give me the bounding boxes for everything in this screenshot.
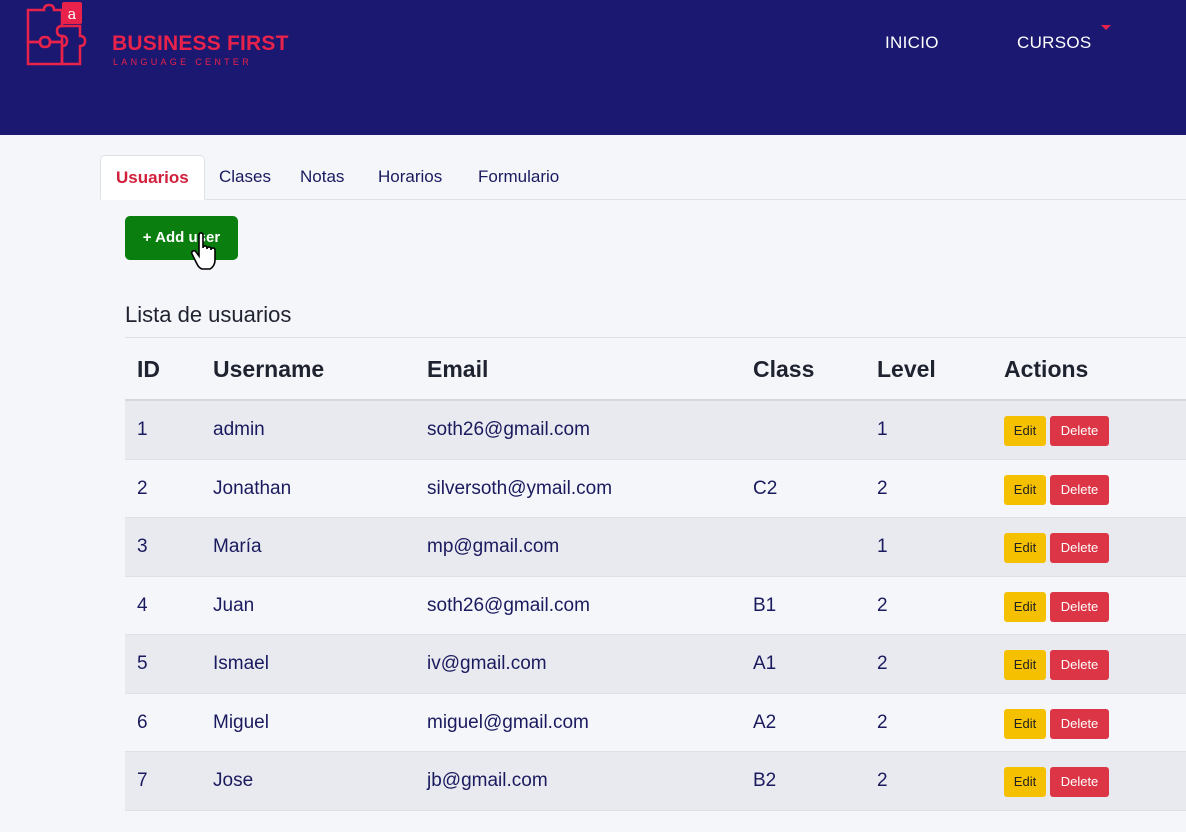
delete-button[interactable]: Delete — [1050, 591, 1109, 622]
table-body: 1 admin soth26@gmail.com 1 Edit Delete 2 Jonath… — [125, 401, 1186, 811]
cell-username: Ismael — [213, 653, 269, 674]
header-class: Class — [753, 356, 815, 382]
edit-button[interactable]: Edit — [1004, 650, 1046, 680]
table-row: 6 Miguel miguel@gmail.com A2 2 Edit Delete — [125, 693, 1186, 752]
header-level: Level — [877, 356, 936, 382]
cell-email: miguel@gmail.com — [427, 711, 589, 733]
cell-email: iv@gmail.com — [427, 653, 547, 674]
header-email: Email — [427, 356, 489, 382]
table-row: 1 admin soth26@gmail.com 1 Edit Delete — [125, 401, 1186, 460]
cell-email: soth26@gmail.com — [427, 419, 590, 440]
cell-username: Miguel — [213, 711, 269, 733]
cell-class: C2 — [753, 477, 778, 499]
nav-cursos-link[interactable]: CURSOS — [1017, 33, 1092, 53]
chevron-down-icon[interactable] — [1101, 25, 1111, 30]
add-user-button[interactable]: + Add user — [125, 216, 238, 260]
table-row: 7 Jose jb@gmail.com B2 2 Edit Delete — [125, 752, 1186, 811]
tab-clases[interactable]: Clases — [219, 155, 271, 200]
delete-button[interactable]: Delete — [1050, 533, 1109, 563]
header-actions: Actions — [1004, 356, 1089, 382]
brand-logo[interactable]: a BUSINESS FIRST LANGUAGE CENTER — [26, 2, 288, 68]
nav-inicio-link[interactable]: INICIO — [885, 33, 939, 53]
cell-id: 6 — [137, 711, 148, 733]
table-header: ID Username Email Class Level Actions — [125, 338, 1186, 401]
edit-button[interactable]: Edit — [1004, 474, 1046, 505]
header-username: Username — [213, 356, 325, 382]
cell-class: A1 — [753, 653, 777, 674]
cell-id: 1 — [137, 419, 148, 440]
cell-id: 2 — [137, 477, 148, 499]
tab-usuarios[interactable]: Usuarios — [100, 155, 205, 200]
cell-class: B2 — [753, 770, 777, 791]
admin-tabs: Usuarios Clases Notas Horarios Formulari… — [100, 155, 1186, 200]
puzzle-logo-icon: a — [26, 2, 87, 66]
cell-email: silversoth@ymail.com — [427, 477, 613, 499]
header-id: ID — [137, 356, 160, 382]
cell-level: 2 — [877, 711, 888, 733]
cell-id: 3 — [137, 536, 148, 557]
cell-class: A2 — [753, 711, 777, 733]
cell-email: jb@gmail.com — [427, 770, 548, 791]
users-table: ID Username Email Class Level Actions 1 a… — [125, 337, 1186, 811]
edit-button[interactable]: Edit — [1004, 767, 1046, 797]
cell-level: 1 — [877, 536, 888, 557]
delete-button[interactable]: Delete — [1050, 416, 1109, 446]
brand-tagline: LANGUAGE CENTER — [113, 57, 253, 67]
cell-id: 5 — [137, 653, 148, 674]
edit-button[interactable]: Edit — [1004, 591, 1046, 622]
cell-level: 2 — [877, 770, 888, 791]
table-row: 5 Ismael iv@gmail.com A1 2 Edit Delete — [125, 635, 1186, 694]
cell-username: Jonathan — [213, 477, 292, 499]
delete-button[interactable]: Delete — [1050, 767, 1109, 797]
delete-button[interactable]: Delete — [1050, 474, 1109, 505]
cell-level: 2 — [877, 594, 888, 616]
delete-button[interactable]: Delete — [1050, 708, 1109, 739]
cell-id: 7 — [137, 770, 148, 791]
svg-text:a: a — [68, 5, 77, 23]
cell-username: Juan — [213, 594, 255, 616]
tab-horarios[interactable]: Horarios — [378, 155, 442, 200]
cell-id: 4 — [137, 594, 148, 616]
edit-button[interactable]: Edit — [1004, 533, 1046, 563]
edit-button[interactable]: Edit — [1004, 416, 1046, 446]
cell-username: Jose — [213, 770, 254, 791]
cell-email: mp@gmail.com — [427, 536, 560, 557]
table-row: 4 Juan soth26@gmail.com B1 2 Edit Delete — [125, 576, 1186, 635]
top-navbar: a BUSINESS FIRST LANGUAGE CENTER INICIO … — [0, 0, 1186, 135]
edit-button[interactable]: Edit — [1004, 708, 1046, 739]
table-row: 3 María mp@gmail.com 1 Edit Delete — [125, 518, 1186, 577]
brand-name: BUSINESS FIRST — [112, 32, 289, 55]
cell-username: María — [213, 536, 262, 557]
tab-notas[interactable]: Notas — [300, 155, 344, 200]
delete-button[interactable]: Delete — [1050, 650, 1109, 680]
cell-level: 2 — [877, 477, 888, 499]
tab-formulario[interactable]: Formulario — [478, 155, 559, 200]
cell-class: B1 — [753, 594, 777, 616]
users-list-title: Lista de usuarios — [125, 302, 292, 327]
cell-level: 1 — [877, 419, 888, 440]
hand-pointer-icon — [190, 232, 216, 270]
cell-level: 2 — [877, 653, 888, 674]
table-row: 2 Jonathan silversoth@ymail.com C2 2 Edit Dele… — [125, 459, 1186, 518]
cell-username: admin — [213, 419, 265, 440]
cell-email: soth26@gmail.com — [427, 594, 590, 616]
